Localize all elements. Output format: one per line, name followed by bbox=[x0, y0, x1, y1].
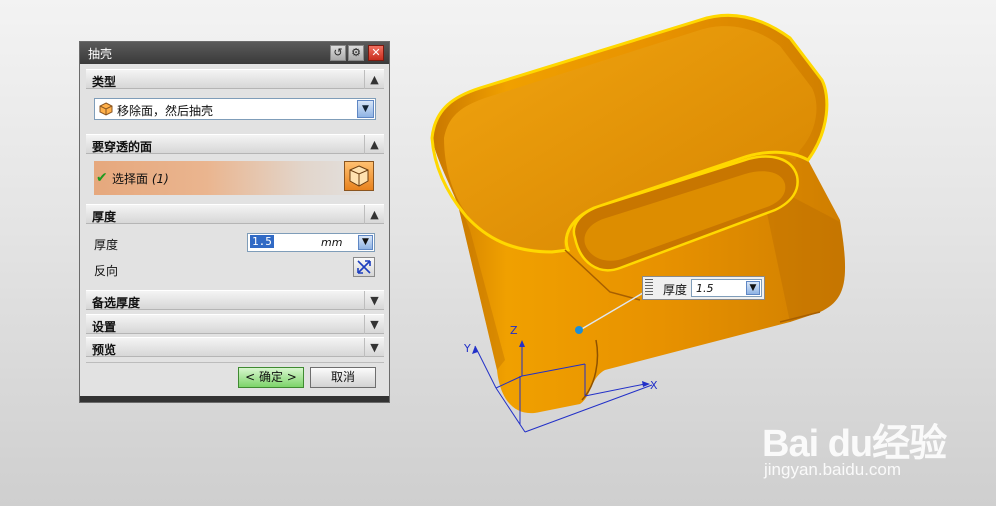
ok-button[interactable]: < 确定 > bbox=[238, 367, 304, 388]
tip-thickness-value: 1.5 bbox=[696, 282, 714, 295]
section-faces-label: 要穿透的面 bbox=[92, 140, 153, 154]
section-preview-header[interactable]: 预览 ▼ bbox=[86, 337, 384, 357]
cancel-button[interactable]: 取消 bbox=[310, 367, 376, 388]
thickness-input[interactable]: 1.5 mm ▼ bbox=[247, 233, 375, 252]
thickness-unit: mm bbox=[321, 236, 343, 249]
select-face-label: 选择面 (1) bbox=[112, 172, 169, 186]
select-face-row[interactable]: ✔ 选择面 (1) bbox=[94, 161, 376, 195]
section-alt-thickness-header[interactable]: 备选厚度 ▼ bbox=[86, 290, 384, 310]
shell-dialog: 抽壳 ↺ ⚙ ✕ 类型 ▲ 移除面，然后抽壳 ▼ 要穿透的面 ▲ ✔ 选择面 (… bbox=[79, 41, 390, 403]
section-preview-label: 预览 bbox=[92, 343, 117, 357]
section-settings-header[interactable]: 设置 ▼ bbox=[86, 314, 384, 334]
cube-icon bbox=[99, 102, 113, 116]
dialog-bottom-bar bbox=[80, 396, 389, 402]
section-alt-thickness-label: 备选厚度 bbox=[92, 296, 141, 310]
axis-label-x: X bbox=[650, 379, 658, 392]
drag-grip-icon[interactable] bbox=[645, 279, 653, 297]
handle-point[interactable] bbox=[575, 326, 583, 334]
watermark-brand: Bai du经验 bbox=[762, 423, 947, 465]
section-settings-label: 设置 bbox=[92, 320, 117, 334]
reset-icon[interactable]: ↺ bbox=[330, 45, 346, 61]
section-thickness-label: 厚度 bbox=[92, 210, 117, 224]
section-type-header[interactable]: 类型 ▲ bbox=[86, 69, 384, 89]
close-icon[interactable]: ✕ bbox=[368, 45, 384, 61]
thickness-label: 厚度 bbox=[94, 238, 119, 252]
axis-label-z: Z bbox=[510, 324, 518, 337]
gear-icon[interactable]: ⚙ bbox=[348, 45, 364, 61]
axis-label-y: Y bbox=[463, 342, 471, 355]
chevron-down-icon[interactable]: ▼ bbox=[357, 100, 374, 118]
tip-thickness-label: 厚度 bbox=[663, 283, 688, 297]
dialog-titlebar[interactable]: 抽壳 ↺ ⚙ ✕ bbox=[80, 42, 389, 64]
dialog-title: 抽壳 bbox=[88, 47, 113, 61]
thickness-onscreen-input[interactable]: 厚度 1.5 ▼ bbox=[642, 276, 765, 300]
type-dropdown[interactable]: 移除面，然后抽壳 ▼ bbox=[94, 98, 376, 120]
thickness-value: 1.5 bbox=[250, 235, 274, 248]
flip-direction-icon bbox=[357, 260, 371, 274]
footer-divider bbox=[86, 362, 384, 363]
chevron-down-icon[interactable]: ▼ bbox=[364, 315, 384, 334]
tip-thickness-field[interactable]: 1.5 ▼ bbox=[691, 279, 762, 297]
chevron-up-icon[interactable]: ▲ bbox=[364, 135, 384, 154]
chevron-down-icon[interactable]: ▼ bbox=[364, 291, 384, 310]
chevron-up-icon[interactable]: ▲ bbox=[364, 205, 384, 224]
watermark-url: jingyan.baidu.com bbox=[764, 460, 902, 479]
reverse-label: 反向 bbox=[94, 264, 119, 278]
chevron-up-icon[interactable]: ▲ bbox=[364, 70, 384, 89]
section-thickness-header[interactable]: 厚度 ▲ bbox=[86, 204, 384, 224]
baidu-watermark: Bai du经验 jingyan.baidu.com bbox=[762, 412, 947, 479]
section-faces-header[interactable]: 要穿透的面 ▲ bbox=[86, 134, 384, 154]
arrow-down-icon[interactable]: ▼ bbox=[358, 235, 373, 250]
face-cube-icon bbox=[349, 165, 369, 187]
reverse-direction-button[interactable] bbox=[353, 257, 375, 277]
type-dropdown-value: 移除面，然后抽壳 bbox=[117, 104, 214, 118]
checkmark-icon: ✔ bbox=[96, 170, 108, 186]
section-type-label: 类型 bbox=[92, 75, 117, 89]
select-face-button[interactable] bbox=[344, 161, 374, 191]
chevron-down-icon[interactable]: ▼ bbox=[364, 338, 384, 357]
arrow-down-icon[interactable]: ▼ bbox=[746, 281, 760, 295]
